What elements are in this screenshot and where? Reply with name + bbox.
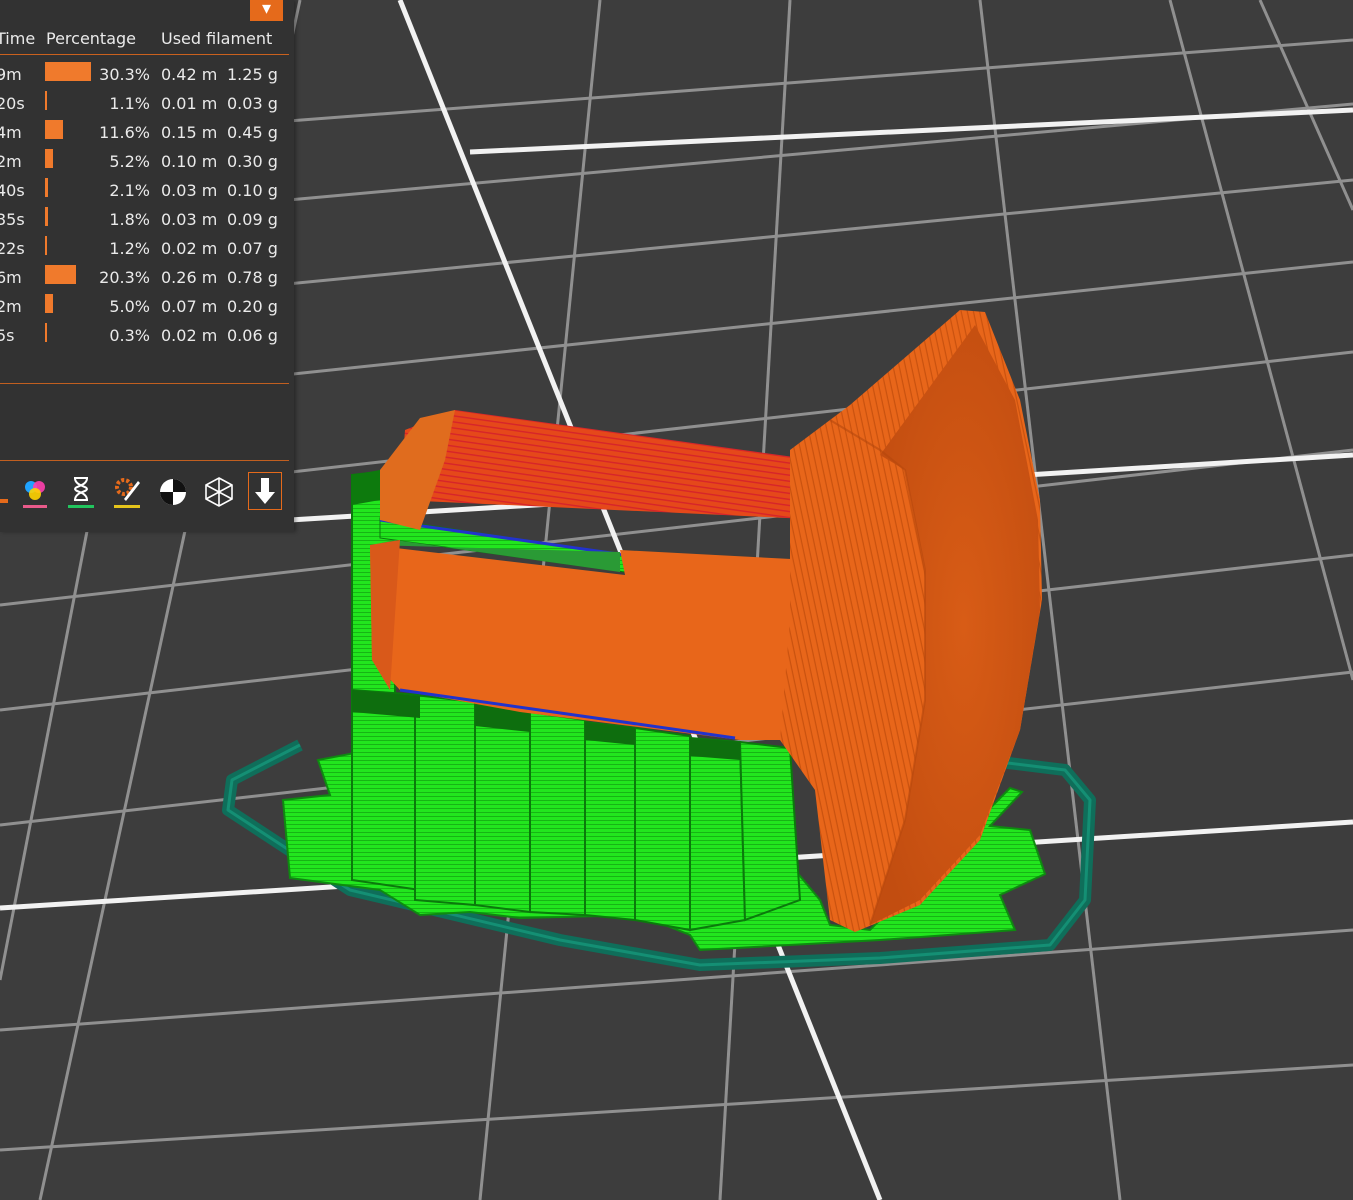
row-percentage: 5.2% bbox=[109, 152, 150, 171]
percentage-bar bbox=[45, 294, 53, 313]
legend-row: 6m 20.3% 0.26 m 0.78 g bbox=[0, 265, 294, 297]
row-length: 0.03 m bbox=[161, 210, 218, 229]
percentage-bar bbox=[45, 91, 47, 110]
row-weight: 0.03 g bbox=[227, 94, 278, 113]
center-of-gravity-icon[interactable] bbox=[156, 472, 190, 512]
row-weight: 0.09 g bbox=[227, 210, 278, 229]
row-time: 6m bbox=[0, 268, 22, 287]
row-percentage: 2.1% bbox=[109, 181, 150, 200]
row-length: 0.02 m bbox=[161, 326, 218, 345]
legend-row: 4m 11.6% 0.15 m 0.45 g bbox=[0, 120, 294, 152]
legend-row: 5s 0.3% 0.02 m 0.06 g bbox=[0, 323, 294, 355]
row-percentage: 5.0% bbox=[109, 297, 150, 316]
row-time: 5s bbox=[0, 326, 15, 345]
row-time: 2m bbox=[0, 152, 22, 171]
row-length: 0.03 m bbox=[161, 181, 218, 200]
row-weight: 0.20 g bbox=[227, 297, 278, 316]
row-weight: 0.07 g bbox=[227, 239, 278, 258]
model-cylinder bbox=[370, 410, 830, 740]
row-weight: 0.78 g bbox=[227, 268, 278, 287]
row-length: 0.07 m bbox=[161, 297, 218, 316]
legend-divider bbox=[0, 383, 289, 384]
row-percentage: 1.2% bbox=[109, 239, 150, 258]
percentage-bar bbox=[45, 62, 91, 81]
percentage-bar bbox=[45, 149, 53, 168]
row-weight: 0.45 g bbox=[227, 123, 278, 142]
row-percentage: 30.3% bbox=[99, 65, 150, 84]
legend-row: 2m 5.0% 0.07 m 0.20 g bbox=[0, 294, 294, 326]
row-time: 20s bbox=[0, 94, 25, 113]
percentage-bar bbox=[45, 265, 76, 284]
row-percentage: 1.8% bbox=[109, 210, 150, 229]
row-time: 9m bbox=[0, 65, 22, 84]
header-divider bbox=[0, 54, 289, 55]
color-print-icon[interactable] bbox=[0, 472, 12, 512]
row-time: 35s bbox=[0, 210, 25, 229]
row-time: 22s bbox=[0, 239, 25, 258]
column-header-percentage: Percentage bbox=[46, 29, 137, 48]
legend-panel: ▾ Time Percentage Used filament 9m 30.3% 0… bbox=[0, 0, 294, 532]
row-length: 0.10 m bbox=[161, 152, 218, 171]
row-length: 0.26 m bbox=[161, 268, 218, 287]
row-length: 0.01 m bbox=[161, 94, 218, 113]
row-weight: 0.30 g bbox=[227, 152, 278, 171]
row-percentage: 1.1% bbox=[109, 94, 150, 113]
row-length: 0.02 m bbox=[161, 239, 218, 258]
wireframe-cube-icon[interactable] bbox=[202, 472, 236, 512]
legend-row: 20s 1.1% 0.01 m 0.03 g bbox=[0, 91, 294, 123]
percentage-bar bbox=[45, 236, 47, 255]
row-percentage: 11.6% bbox=[99, 123, 150, 142]
toolbar-divider bbox=[0, 460, 289, 461]
column-header-used-filament: Used filament bbox=[161, 29, 273, 48]
row-length: 0.15 m bbox=[161, 123, 218, 142]
legend-row: 40s 2.1% 0.03 m 0.10 g bbox=[0, 178, 294, 210]
legend-row: 2m 5.2% 0.10 m 0.30 g bbox=[0, 149, 294, 181]
row-weight: 1.25 g bbox=[227, 65, 278, 84]
percentage-bar bbox=[45, 323, 47, 342]
settings-pencil-icon[interactable] bbox=[110, 472, 144, 512]
row-weight: 0.10 g bbox=[227, 181, 278, 200]
legend-row: 9m 30.3% 0.42 m 1.25 g bbox=[0, 62, 294, 94]
legend-row: 22s 1.2% 0.02 m 0.07 g bbox=[0, 236, 294, 268]
row-time: 4m bbox=[0, 123, 22, 142]
row-weight: 0.06 g bbox=[227, 326, 278, 345]
row-time: 40s bbox=[0, 181, 25, 200]
hourglass-icon[interactable] bbox=[64, 472, 98, 512]
percentage-bar bbox=[45, 178, 49, 197]
collapse-legend-button[interactable]: ▾ bbox=[250, 0, 283, 21]
color-mix-icon[interactable] bbox=[18, 472, 52, 512]
view-toolbar bbox=[0, 472, 294, 518]
chevron-down-icon: ▾ bbox=[261, 0, 272, 19]
percentage-bar bbox=[45, 207, 48, 226]
row-time: 2m bbox=[0, 297, 22, 316]
row-percentage: 20.3% bbox=[99, 268, 150, 287]
percentage-bar bbox=[45, 120, 63, 139]
download-arrow-icon[interactable] bbox=[248, 472, 282, 510]
row-percentage: 0.3% bbox=[109, 326, 150, 345]
legend-row: 35s 1.8% 0.03 m 0.09 g bbox=[0, 207, 294, 239]
column-header-time: Time bbox=[0, 29, 36, 48]
row-length: 0.42 m bbox=[161, 65, 218, 84]
